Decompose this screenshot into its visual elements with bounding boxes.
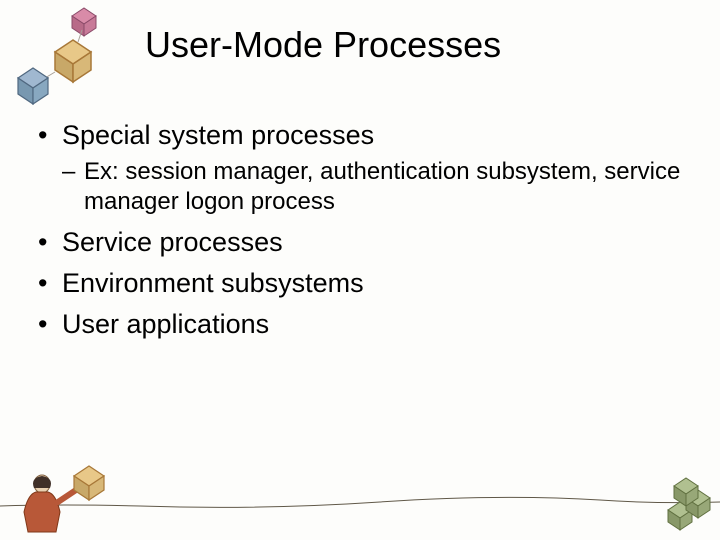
bullet-item: Service processes [38, 225, 690, 260]
bullet-item: Special system processes Ex: session man… [38, 118, 690, 217]
main-bullet-list: Special system processes Ex: session man… [38, 118, 690, 348]
sub-bullet-text: Ex: session manager, authentication subs… [84, 158, 680, 215]
sub-bullet-list: Ex: session manager, authentication subs… [62, 157, 690, 217]
bullet-text: User applications [62, 309, 269, 339]
sub-bullet-item: Ex: session manager, authentication subs… [62, 157, 690, 217]
bullet-text: Special system processes [62, 120, 374, 150]
corner-blocks-decoration [0, 0, 130, 105]
footer-decoration [0, 460, 720, 540]
bullet-item: Environment subsystems [38, 266, 690, 301]
slide-title: User-Mode Processes [145, 24, 501, 66]
bullet-text: Service processes [62, 227, 283, 257]
bullet-text: Environment subsystems [62, 268, 364, 298]
bullet-item: User applications [38, 307, 690, 342]
